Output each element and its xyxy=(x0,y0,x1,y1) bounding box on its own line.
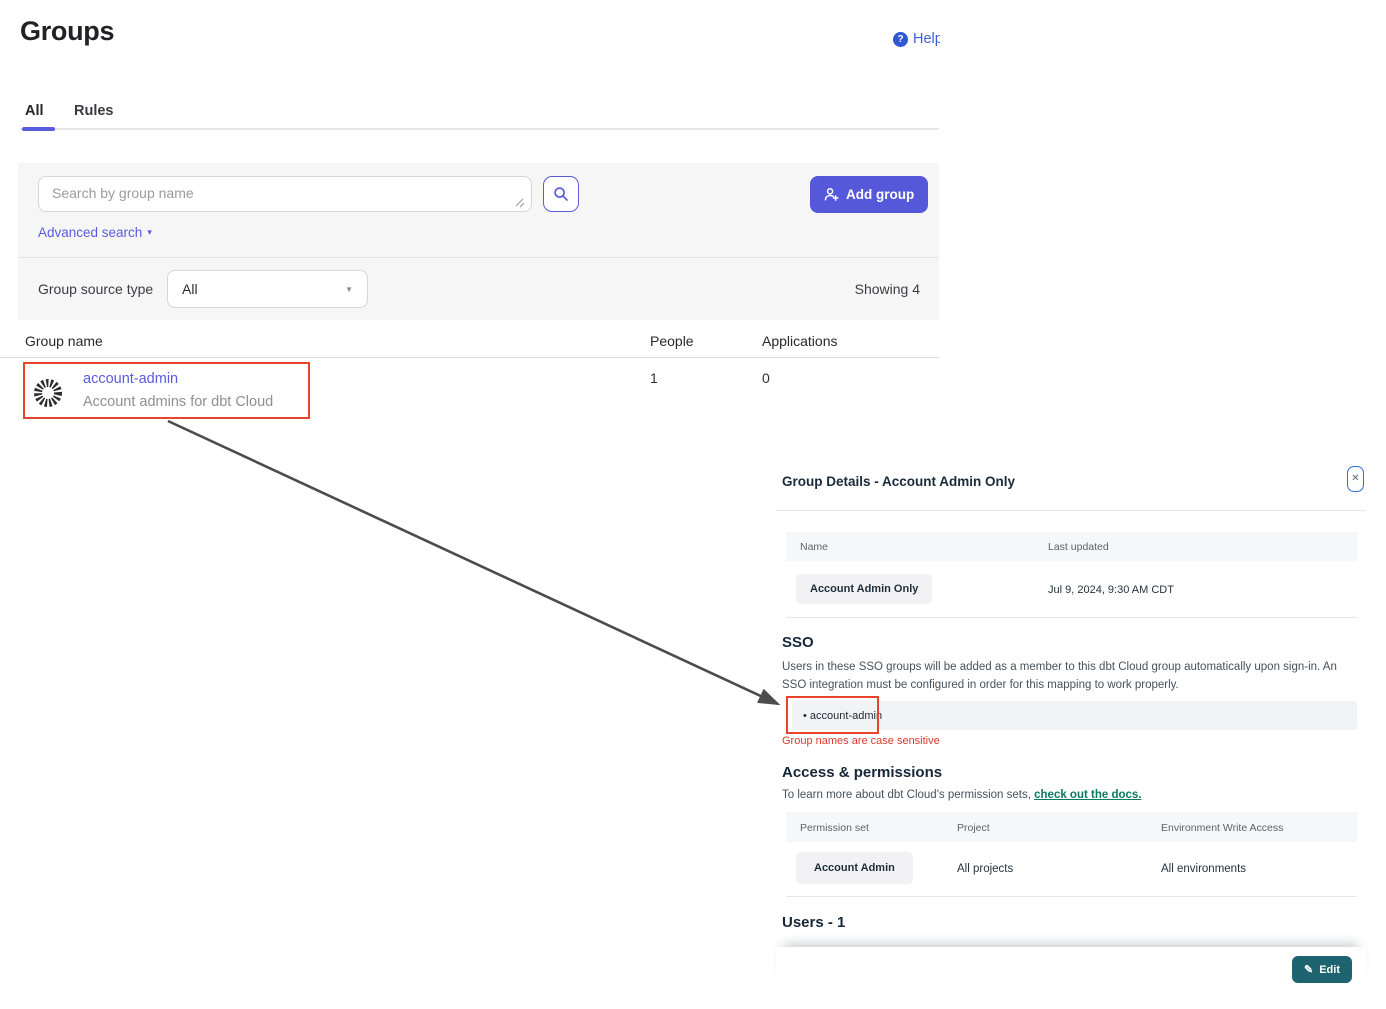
tab-all[interactable]: All xyxy=(25,103,44,119)
add-group-label: Add group xyxy=(846,187,914,202)
caret-down-icon: ▾ xyxy=(147,227,152,238)
permission-set-chip: Account Admin xyxy=(796,852,913,884)
group-name-chip: Account Admin Only xyxy=(796,574,932,604)
applications-count-cell: 0 xyxy=(762,370,770,386)
group-sprocket-icon xyxy=(32,377,64,414)
group-source-type-label: Group source type xyxy=(38,281,153,297)
detail-title-divider xyxy=(776,510,1366,511)
project-cell: All projects xyxy=(957,863,1013,875)
search-button[interactable] xyxy=(543,176,579,212)
advanced-search-toggle[interactable]: Advanced search ▾ xyxy=(38,225,152,240)
page-title: Groups xyxy=(20,16,114,47)
col-header-environment-write-access: Environment Write Access xyxy=(1161,822,1283,834)
showing-count: Showing 4 xyxy=(780,281,920,297)
case-sensitive-note: Group names are case sensitive xyxy=(782,735,940,747)
col-header-last-updated: Last updated xyxy=(1048,541,1109,553)
search-icon xyxy=(553,186,569,202)
sso-description: Users in these SSO groups will be added … xyxy=(782,658,1360,695)
add-group-button[interactable]: Add group xyxy=(810,176,928,213)
sso-mapping-label: • account-admin xyxy=(803,710,882,722)
help-link[interactable]: ? Help xyxy=(893,31,940,47)
search-input[interactable] xyxy=(38,176,532,212)
close-icon[interactable]: ✕ xyxy=(1347,466,1364,492)
help-icon: ? xyxy=(893,32,908,47)
col-header-project: Project xyxy=(957,822,990,834)
col-header-people: People xyxy=(650,333,694,349)
col-header-permission-set: Permission set xyxy=(800,822,869,834)
select-value: All xyxy=(182,281,198,297)
col-header-name: Name xyxy=(800,541,828,553)
table-header-divider xyxy=(0,357,939,358)
tabs-divider xyxy=(20,128,939,130)
caret-down-icon: ▼ xyxy=(345,285,353,294)
detail-panel-title: Group Details - Account Admin Only xyxy=(782,474,1015,489)
help-label: Help xyxy=(913,31,940,47)
filters-divider xyxy=(18,257,939,258)
group-name-link[interactable]: account-admin xyxy=(83,371,178,387)
active-tab-underline xyxy=(22,127,55,131)
pencil-icon: ✎ xyxy=(1304,963,1313,976)
annotation-arrow xyxy=(0,0,1386,1009)
users-heading: Users - 1 xyxy=(782,914,845,931)
col-header-applications: Applications xyxy=(762,333,838,349)
group-description: Account admins for dbt Cloud xyxy=(83,394,273,410)
group-source-type-select[interactable]: All ▼ xyxy=(167,270,368,308)
permissions-table-divider xyxy=(786,896,1357,897)
intro-text: To learn more about dbt Cloud's permissi… xyxy=(782,789,1034,801)
tab-rules[interactable]: Rules xyxy=(74,103,114,119)
people-count-cell: 1 xyxy=(650,370,658,386)
last-updated-cell: Jul 9, 2024, 9:30 AM CDT xyxy=(1048,584,1174,596)
access-permissions-intro: To learn more about dbt Cloud's permissi… xyxy=(782,789,1141,801)
edit-button[interactable]: ✎ Edit xyxy=(1292,956,1352,983)
add-user-icon xyxy=(824,187,839,202)
col-header-group-name: Group name xyxy=(25,333,103,349)
edit-label: Edit xyxy=(1319,964,1340,976)
environment-cell: All environments xyxy=(1161,863,1246,875)
sso-mapping-row: • account-admin xyxy=(792,701,1357,730)
detail-footer: ✎ Edit xyxy=(776,947,1366,992)
advanced-search-label: Advanced search xyxy=(38,225,142,240)
sso-heading: SSO xyxy=(782,634,814,651)
docs-link[interactable]: check out the docs. xyxy=(1034,789,1141,801)
access-permissions-heading: Access & permissions xyxy=(782,764,942,781)
name-table-divider xyxy=(786,617,1357,618)
